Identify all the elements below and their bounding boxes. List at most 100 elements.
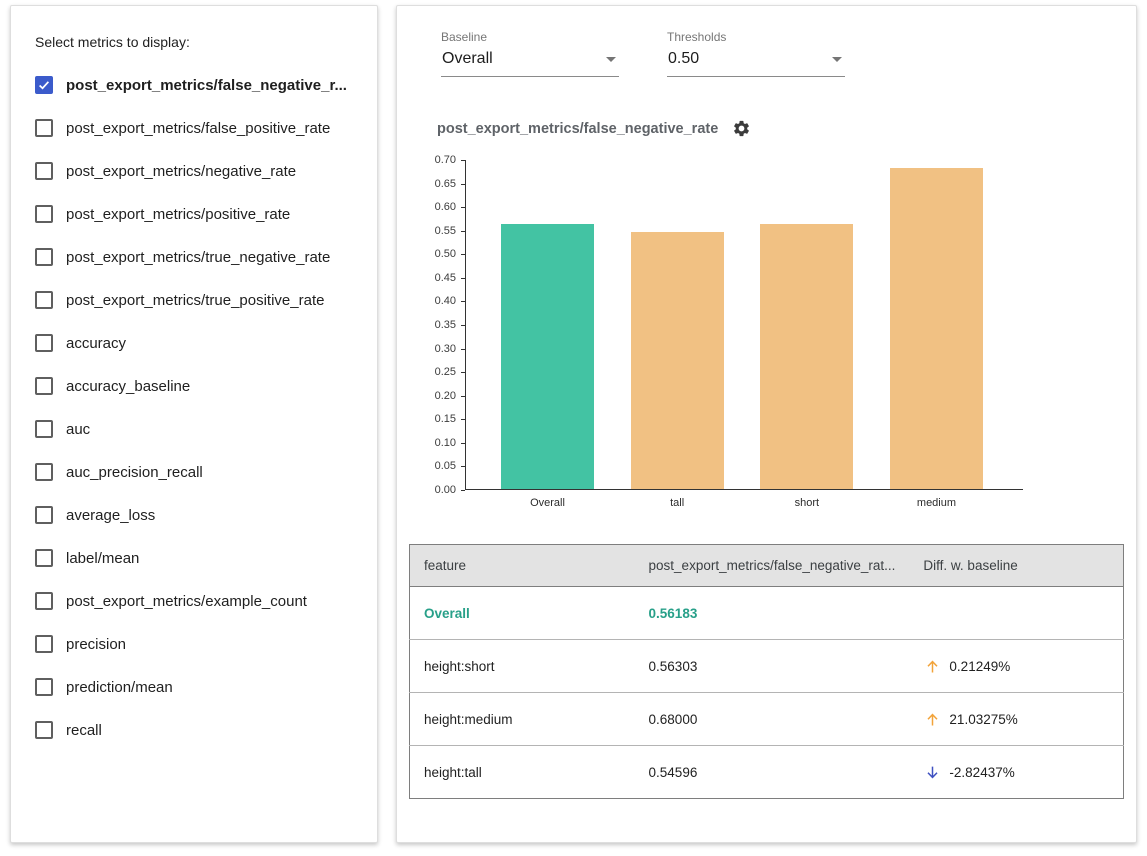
metric-item-4[interactable]: post_export_metrics/true_negative_rate	[35, 248, 353, 266]
table-header-2: Diff. w. baseline	[909, 545, 1123, 587]
controls-row: Baseline Overall Thresholds 0.50	[441, 30, 1124, 77]
checkbox-checked-icon[interactable]	[35, 76, 53, 94]
metric-item-13[interactable]: precision	[35, 635, 353, 653]
diff-value: -2.82437%	[949, 765, 1014, 780]
metric-label: average_loss	[66, 507, 155, 524]
diff-cell: 0.21249%	[909, 640, 1123, 693]
thresholds-dropdown-label: Thresholds	[667, 30, 845, 44]
chart-y-axis: 0.000.050.100.150.200.250.300.350.400.45…	[421, 160, 465, 490]
metrics-panel: Baseline Overall Thresholds 0.50 post_ex…	[396, 5, 1137, 843]
metric-item-1[interactable]: post_export_metrics/false_positive_rate	[35, 119, 353, 137]
metric-item-0[interactable]: post_export_metrics/false_negative_r...	[35, 76, 353, 94]
chart-header: post_export_metrics/false_negative_rate	[437, 119, 1124, 138]
table-row[interactable]: height:medium0.6800021.03275%	[410, 693, 1124, 746]
metric-label: post_export_metrics/false_positive_rate	[66, 120, 330, 137]
value-cell: 0.54596	[635, 746, 910, 799]
chart-title: post_export_metrics/false_negative_rate	[437, 121, 718, 137]
metric-item-11[interactable]: label/mean	[35, 549, 353, 567]
bar-chart: 0.000.050.100.150.200.250.300.350.400.45…	[421, 160, 1124, 516]
feature-cell: height:tall	[410, 746, 635, 799]
value-cell: 0.56183	[635, 587, 910, 640]
metric-label: post_export_metrics/false_negative_r...	[66, 77, 347, 94]
checkbox-unchecked-icon[interactable]	[35, 291, 53, 309]
metric-item-10[interactable]: average_loss	[35, 506, 353, 524]
up-arrow-icon	[923, 657, 942, 676]
baseline-dropdown[interactable]: Baseline Overall	[441, 30, 619, 77]
checkbox-unchecked-icon[interactable]	[35, 635, 53, 653]
metric-label: auc_precision_recall	[66, 464, 203, 481]
checkbox-unchecked-icon[interactable]	[35, 248, 53, 266]
metric-item-3[interactable]: post_export_metrics/positive_rate	[35, 205, 353, 223]
metric-item-14[interactable]: prediction/mean	[35, 678, 353, 696]
metric-label: auc	[66, 421, 90, 438]
metric-item-5[interactable]: post_export_metrics/true_positive_rate	[35, 291, 353, 309]
x-axis-label: medium	[890, 497, 983, 509]
table-header-0: feature	[410, 545, 635, 587]
fairness-indicators-widget: Select metrics to display: post_export_m…	[0, 0, 1147, 846]
checkbox-unchecked-icon[interactable]	[35, 463, 53, 481]
metric-label: accuracy	[66, 335, 126, 352]
metric-label: post_export_metrics/true_positive_rate	[66, 292, 324, 309]
bar-rect[interactable]	[501, 224, 594, 489]
chevron-down-icon	[832, 57, 842, 62]
metric-list: post_export_metrics/false_negative_r...p…	[35, 76, 353, 739]
checkbox-unchecked-icon[interactable]	[35, 119, 53, 137]
gear-icon[interactable]	[732, 119, 751, 138]
table-header-1: post_export_metrics/false_negative_rat..…	[635, 545, 910, 587]
up-arrow-icon	[923, 710, 942, 729]
x-axis-label: tall	[631, 497, 724, 509]
metric-label: precision	[66, 636, 126, 653]
bar-rect[interactable]	[890, 168, 983, 489]
metric-item-9[interactable]: auc_precision_recall	[35, 463, 353, 481]
checkbox-unchecked-icon[interactable]	[35, 678, 53, 696]
checkbox-unchecked-icon[interactable]	[35, 420, 53, 438]
checkbox-unchecked-icon[interactable]	[35, 162, 53, 180]
table-row[interactable]: Overall0.56183	[410, 587, 1124, 640]
down-arrow-icon	[923, 763, 942, 782]
diff-cell	[909, 587, 1123, 640]
chart-plot: Overall tall short medium	[465, 160, 1023, 490]
metric-label: post_export_metrics/positive_rate	[66, 206, 290, 223]
baseline-dropdown-label: Baseline	[441, 30, 619, 44]
diff-value: 0.21249%	[949, 659, 1010, 674]
feature-cell: height:medium	[410, 693, 635, 746]
table-row[interactable]: height:short0.56303 0.21249%	[410, 640, 1124, 693]
metric-selector-panel: Select metrics to display: post_export_m…	[10, 5, 378, 843]
bar-rect[interactable]	[631, 232, 724, 489]
checkbox-unchecked-icon[interactable]	[35, 549, 53, 567]
metric-item-2[interactable]: post_export_metrics/negative_rate	[35, 162, 353, 180]
feature-cell: Overall	[410, 587, 635, 640]
metrics-table: featurepost_export_metrics/false_negativ…	[409, 544, 1124, 799]
metric-item-12[interactable]: post_export_metrics/example_count	[35, 592, 353, 610]
metric-item-6[interactable]: accuracy	[35, 334, 353, 352]
bar-rect[interactable]	[760, 224, 853, 489]
metric-item-15[interactable]: recall	[35, 721, 353, 739]
value-cell: 0.56303	[635, 640, 910, 693]
checkbox-unchecked-icon[interactable]	[35, 205, 53, 223]
bar-short[interactable]: short	[760, 160, 853, 489]
metric-label: post_export_metrics/true_negative_rate	[66, 249, 330, 266]
checkbox-unchecked-icon[interactable]	[35, 377, 53, 395]
table-row[interactable]: height:tall0.54596 -2.82437%	[410, 746, 1124, 799]
metric-label: post_export_metrics/example_count	[66, 593, 307, 610]
metric-item-8[interactable]: auc	[35, 420, 353, 438]
metric-label: post_export_metrics/negative_rate	[66, 163, 296, 180]
checkbox-unchecked-icon[interactable]	[35, 506, 53, 524]
chevron-down-icon	[606, 57, 616, 62]
x-axis-label: short	[760, 497, 853, 509]
bar-tall[interactable]: tall	[631, 160, 724, 489]
diff-cell: -2.82437%	[909, 746, 1123, 799]
metric-item-7[interactable]: accuracy_baseline	[35, 377, 353, 395]
thresholds-dropdown-value: 0.50	[668, 50, 699, 68]
checkbox-unchecked-icon[interactable]	[35, 721, 53, 739]
bar-medium[interactable]: medium	[890, 160, 983, 489]
checkbox-unchecked-icon[interactable]	[35, 592, 53, 610]
metric-label: recall	[66, 722, 102, 739]
x-axis-label: Overall	[501, 497, 594, 509]
checkbox-unchecked-icon[interactable]	[35, 334, 53, 352]
feature-cell: height:short	[410, 640, 635, 693]
metric-label: accuracy_baseline	[66, 378, 190, 395]
diff-value: 21.03275%	[949, 712, 1017, 727]
thresholds-dropdown[interactable]: Thresholds 0.50	[667, 30, 845, 77]
bar-Overall[interactable]: Overall	[501, 160, 594, 489]
